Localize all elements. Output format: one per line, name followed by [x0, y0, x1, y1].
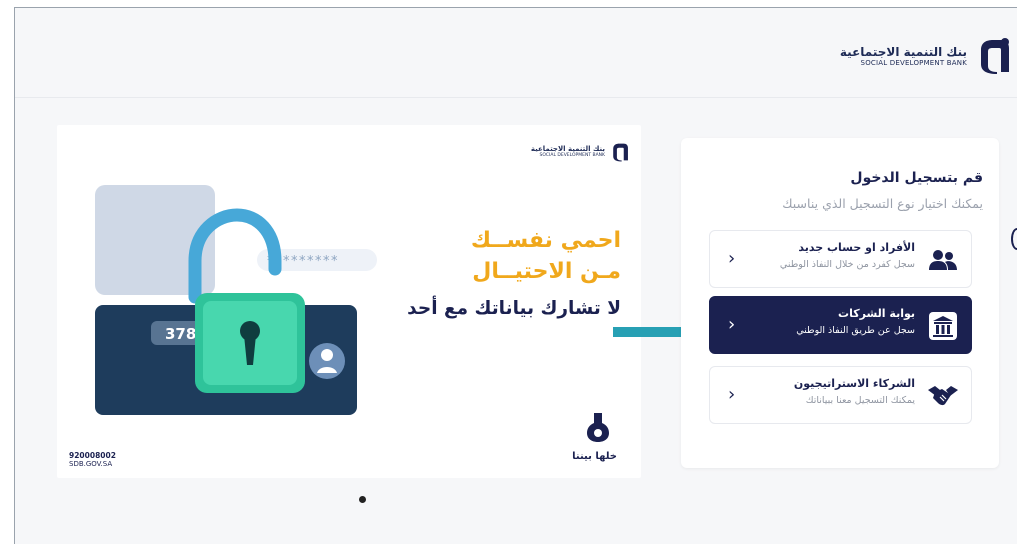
banner-headline-line2: مـن الاحتيــال	[472, 259, 621, 284]
login-title: قم بتسجيل الدخول	[850, 170, 983, 186]
slogan-mark-icon	[587, 413, 609, 442]
bank-logo[interactable]: بنك التنمية الاجتماعية SOCIAL DEVELOPMEN…	[840, 36, 1011, 76]
logo-arabic-text: بنك التنمية الاجتماعية	[839, 44, 967, 59]
banner-logo-arabic: بنك التنمية الاجتماعية	[530, 145, 605, 153]
building-icon	[927, 310, 959, 342]
banner-headline-line3: لا تشارك بياناتك مع أحد	[407, 298, 621, 319]
option-business-portal[interactable]: بوابة الشركات سجل عن طريق النفاذ الوطني …	[709, 296, 972, 354]
fraud-awareness-banner: بنك التنمية الاجتماعية SOCIAL DEVELOPMEN…	[57, 125, 641, 478]
side-edge-icon	[1011, 228, 1017, 250]
option-partners-desc: يمكنك التسجيل معنا ببياناتك	[805, 395, 915, 406]
option-business-desc: سجل عن طريق النفاذ الوطني	[796, 325, 915, 336]
chevron-left-icon: ‹	[728, 314, 736, 335]
login-card: قم بتسجيل الدخول يمكنك اختيار نوع التسجي…	[681, 138, 999, 468]
carousel-dot[interactable]	[359, 496, 366, 503]
option-business-title: بوابة الشركات	[838, 307, 915, 320]
banner-logo-english: SOCIAL DEVELOPMENT BANK	[539, 153, 605, 158]
option-strategic-partners[interactable]: الشركاء الاستراتيجيون يمكنك التسجيل معنا…	[709, 366, 972, 424]
sdb-logo-icon	[981, 38, 1009, 74]
banner-logo: بنك التنمية الاجتماعية SOCIAL DEVELOPMEN…	[531, 141, 629, 163]
lock-illustration: 3789 *********	[95, 185, 377, 415]
option-individuals[interactable]: الأفراد او حساب جديد سجل كفرد من خلال ال…	[709, 230, 972, 288]
login-subtitle: يمكنك اختيار نوع التسجيل الذي يناسبك	[782, 196, 983, 211]
page-frame: بنك التنمية الاجتماعية SOCIAL DEVELOPMEN…	[14, 7, 1017, 544]
banner-headline-line1: احمي نفســك	[470, 228, 621, 253]
option-individuals-desc: سجل كفرد من خلال النفاذ الوطني	[779, 259, 915, 270]
contact-phone: 920008002	[69, 451, 116, 460]
logo-english-text: SOCIAL DEVELOPMENT BANK	[860, 58, 967, 67]
sdb-logo-icon	[613, 143, 628, 162]
chevron-left-icon: ‹	[728, 384, 736, 405]
option-partners-title: الشركاء الاستراتيجيون	[793, 377, 915, 390]
chevron-left-icon: ‹	[728, 248, 736, 269]
contact-website: SDB.GOV.SA	[69, 460, 113, 468]
top-header: بنك التنمية الاجتماعية SOCIAL DEVELOPMEN…	[15, 8, 1017, 98]
users-icon	[927, 244, 959, 276]
option-individuals-title: الأفراد او حساب جديد	[798, 241, 915, 254]
handshake-icon	[927, 380, 959, 412]
slogan-text: خلها بيننا	[572, 451, 617, 462]
